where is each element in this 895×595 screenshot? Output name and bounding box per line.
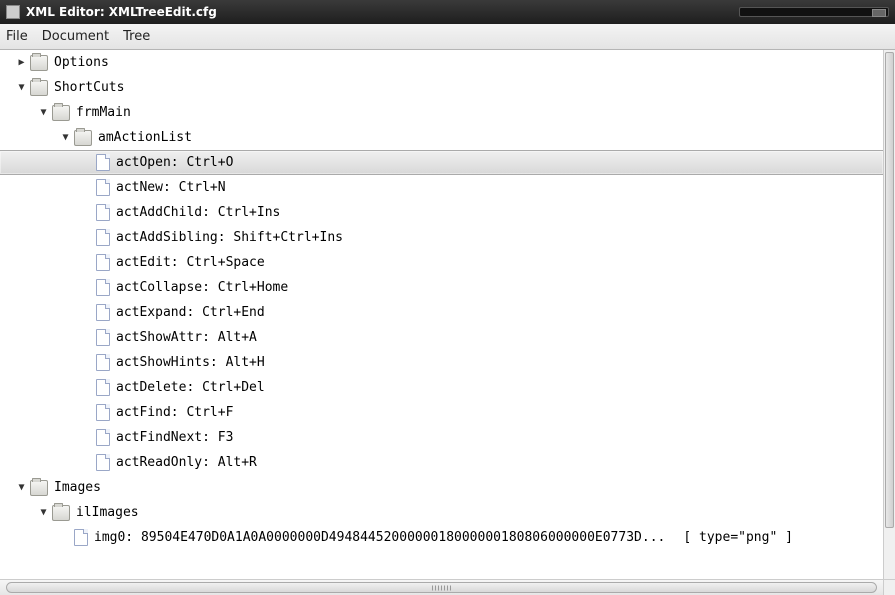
tree-node-label: actReadOnly: Alt+R bbox=[116, 455, 257, 470]
file-icon bbox=[96, 254, 110, 271]
window-title: XML Editor: XMLTreeEdit.cfg bbox=[26, 5, 217, 19]
tree-node-label: actFindNext: F3 bbox=[116, 430, 233, 445]
tree-row[interactable]: ▼ ShortCuts bbox=[0, 75, 883, 100]
tree-node-label: Images bbox=[54, 480, 101, 495]
tree-node-label: actDelete: Ctrl+Del bbox=[116, 380, 265, 395]
tree-row[interactable]: ▶actAddChild: Ctrl+Ins bbox=[0, 200, 883, 225]
tree-node-label: actAddSibling: Shift+Ctrl+Ins bbox=[116, 230, 343, 245]
tree-area: ▶ Options ▼ ShortCuts ▼ frmMain ▼ amActionList ▶… bbox=[0, 50, 895, 595]
tree-node-label: amActionList bbox=[98, 130, 192, 145]
tree-node-label: actFind: Ctrl+F bbox=[116, 405, 233, 420]
tree-node-label: actShowHints: Alt+H bbox=[116, 355, 265, 370]
tree-node-label: actNew: Ctrl+N bbox=[116, 180, 226, 195]
tree-row[interactable]: ▶actEdit: Ctrl+Space bbox=[0, 250, 883, 275]
menu-document[interactable]: Document bbox=[42, 29, 109, 44]
tree-node-label: img0: 89504E470D0A1A0A0000000D4948445200… bbox=[94, 530, 665, 545]
tree-row[interactable]: ▶actOpen: Ctrl+O bbox=[0, 150, 883, 175]
tree-node-label: Options bbox=[54, 55, 109, 70]
horizontal-scroll-thumb[interactable] bbox=[6, 582, 877, 593]
tree-view[interactable]: ▶ Options ▼ ShortCuts ▼ frmMain ▼ amActionList ▶… bbox=[0, 50, 883, 579]
tree-row[interactable]: ▶actExpand: Ctrl+End bbox=[0, 300, 883, 325]
menubar: File Document Tree bbox=[0, 24, 895, 50]
menu-tree[interactable]: Tree bbox=[123, 29, 150, 44]
file-icon bbox=[96, 329, 110, 346]
file-icon bbox=[96, 154, 110, 171]
folder-icon bbox=[30, 480, 48, 496]
file-icon bbox=[96, 204, 110, 221]
tree-row[interactable]: ▼ ilImages bbox=[0, 500, 883, 525]
tree-row[interactable]: ▶actFindNext: F3 bbox=[0, 425, 883, 450]
file-icon bbox=[96, 229, 110, 246]
tree-node-label: actOpen: Ctrl+O bbox=[116, 155, 233, 170]
folder-icon bbox=[30, 55, 48, 71]
expander-closed-icon[interactable]: ▶ bbox=[16, 57, 27, 68]
titlebar-slider[interactable] bbox=[739, 7, 889, 17]
tree-row[interactable]: ▼ amActionList bbox=[0, 125, 883, 150]
tree-row[interactable]: ▶actFind: Ctrl+F bbox=[0, 400, 883, 425]
tree-node-attrs: [ type="png" ] bbox=[683, 530, 793, 545]
menu-file[interactable]: File bbox=[6, 29, 28, 44]
file-icon bbox=[74, 529, 88, 546]
tree-row[interactable]: ▶img0: 89504E470D0A1A0A0000000D494844520… bbox=[0, 525, 883, 550]
tree-node-label: actCollapse: Ctrl+Home bbox=[116, 280, 288, 295]
tree-row[interactable]: ▼ frmMain bbox=[0, 100, 883, 125]
tree-node-label: actExpand: Ctrl+End bbox=[116, 305, 265, 320]
file-icon bbox=[96, 379, 110, 396]
file-icon bbox=[96, 304, 110, 321]
tree-row[interactable]: ▶actShowAttr: Alt+A bbox=[0, 325, 883, 350]
folder-icon bbox=[74, 130, 92, 146]
tree-node-label: actShowAttr: Alt+A bbox=[116, 330, 257, 345]
tree-row[interactable]: ▶actAddSibling: Shift+Ctrl+Ins bbox=[0, 225, 883, 250]
file-icon bbox=[96, 354, 110, 371]
tree-row[interactable]: ▶actCollapse: Ctrl+Home bbox=[0, 275, 883, 300]
expander-open-icon[interactable]: ▼ bbox=[38, 507, 49, 518]
tree-node-label: actAddChild: Ctrl+Ins bbox=[116, 205, 280, 220]
file-icon bbox=[96, 279, 110, 296]
tree-row[interactable]: ▶actNew: Ctrl+N bbox=[0, 175, 883, 200]
expander-open-icon[interactable]: ▼ bbox=[16, 82, 27, 93]
file-icon bbox=[96, 454, 110, 471]
horizontal-scrollbar[interactable] bbox=[0, 579, 883, 595]
tree-node-label: ShortCuts bbox=[54, 80, 124, 95]
expander-open-icon[interactable]: ▼ bbox=[60, 132, 71, 143]
app-icon bbox=[6, 5, 20, 19]
tree-row[interactable]: ▶ Options bbox=[0, 50, 883, 75]
tree-row[interactable]: ▶actReadOnly: Alt+R bbox=[0, 450, 883, 475]
titlebar: XML Editor: XMLTreeEdit.cfg bbox=[0, 0, 895, 24]
tree-node-label: frmMain bbox=[76, 105, 131, 120]
folder-icon bbox=[30, 80, 48, 96]
expander-open-icon[interactable]: ▼ bbox=[16, 482, 27, 493]
tree-node-label: ilImages bbox=[76, 505, 139, 520]
vertical-scroll-thumb[interactable] bbox=[885, 52, 894, 528]
folder-icon bbox=[52, 505, 70, 521]
folder-icon bbox=[52, 105, 70, 121]
vertical-scrollbar[interactable] bbox=[883, 50, 895, 579]
tree-row[interactable]: ▶actShowHints: Alt+H bbox=[0, 350, 883, 375]
file-icon bbox=[96, 179, 110, 196]
tree-node-label: actEdit: Ctrl+Space bbox=[116, 255, 265, 270]
file-icon bbox=[96, 404, 110, 421]
expander-open-icon[interactable]: ▼ bbox=[38, 107, 49, 118]
tree-row[interactable]: ▶actDelete: Ctrl+Del bbox=[0, 375, 883, 400]
scroll-corner bbox=[883, 579, 895, 595]
file-icon bbox=[96, 429, 110, 446]
tree-row[interactable]: ▼ Images bbox=[0, 475, 883, 500]
